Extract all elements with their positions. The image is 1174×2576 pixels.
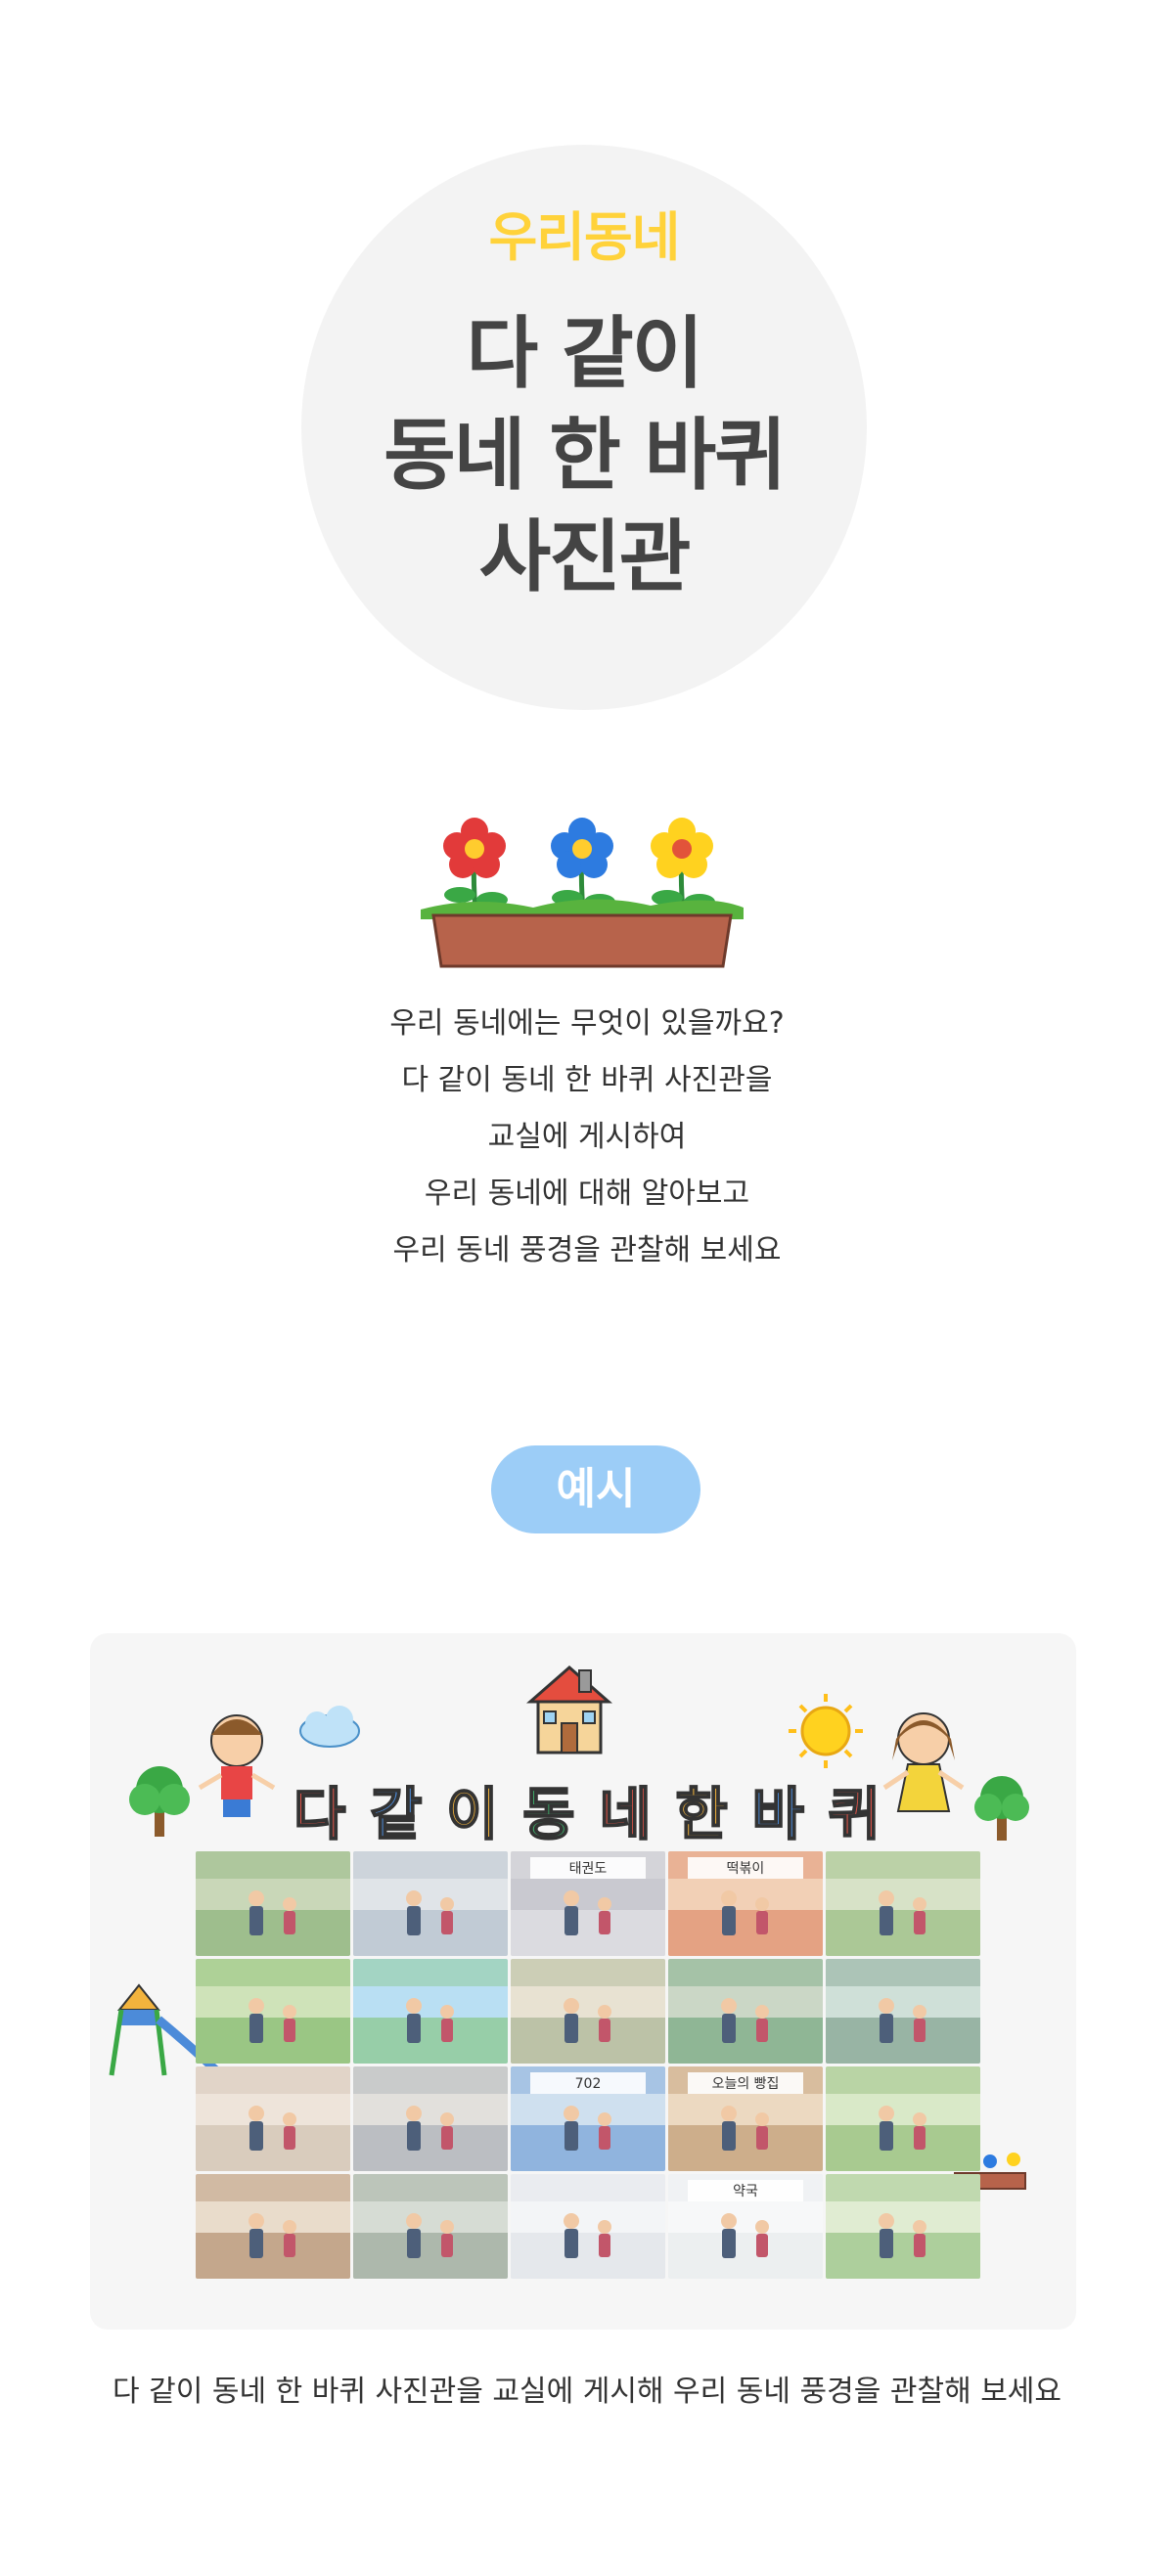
grandparents-photo [826, 1851, 980, 1956]
hero-title-line-3: 사진관 [478, 511, 692, 602]
banner-char: 같 [369, 1780, 423, 1848]
hero-tag: 우리동네 [488, 206, 681, 268]
tteokbokki-photo: 떡볶이 [668, 1851, 823, 1956]
house-icon [526, 1666, 612, 1754]
delivery-photo [353, 2066, 508, 2171]
example-label: 예시 [491, 1445, 700, 1533]
walk-dog-photo [826, 2066, 980, 2171]
park-family-photo [196, 1959, 350, 2064]
crosswalk-photo [353, 1851, 508, 1956]
intro-line-2: 다 같이 동네 한 바퀴 사진관을 [401, 1063, 773, 1097]
banner-char: 다 [293, 1780, 346, 1848]
hero-title: 다 같이 동네 한 바퀴 사진관 [301, 303, 867, 608]
banner-char: 네 [598, 1780, 652, 1848]
bus-photo: 702 [511, 2066, 665, 2171]
market-photo [511, 1959, 665, 2064]
sun-icon [789, 1694, 863, 1768]
barbershop-photo [196, 2066, 350, 2171]
flower-box-illustration [421, 818, 744, 968]
svg-text:오늘의 빵집: 오늘의 빵집 [712, 2076, 780, 2092]
example-caption: 다 같이 동네 한 바퀴 사진관을 교실에 게시해 우리 동네 풍경을 관찰해 … [112, 2375, 1062, 2409]
hero-title-line-2: 동네 한 바퀴 [384, 410, 787, 501]
svg-text:약국: 약국 [733, 2184, 758, 2199]
banner-char: 이 [445, 1780, 499, 1848]
board-banner-title: 다같이동네한바퀴 [293, 1770, 881, 1848]
swing-photo [353, 1959, 508, 2064]
tree-right-icon [974, 1776, 1029, 1841]
exercise-photo [196, 1851, 350, 1956]
bakery-photo: 오늘의 빵집 [668, 2066, 823, 2171]
banner-char: 한 [674, 1780, 728, 1848]
cloud-icon [299, 1706, 360, 1748]
clinic-photo [511, 2174, 665, 2279]
boy-icon [198, 1714, 276, 1817]
intro-line-5: 우리 동네 풍경을 관찰해 보세요 [392, 1233, 782, 1267]
intro-text: 우리 동네에는 무엇이 있을까요? 다 같이 동네 한 바퀴 사진관을 교실에 … [294, 996, 880, 1279]
intro-line-4: 우리 동네에 대해 알아보고 [424, 1177, 750, 1211]
photo-grid: 태권도 떡볶이 702 오늘의 빵집약국 [196, 1851, 980, 2279]
street-cleaner-photo [353, 2174, 508, 2279]
girl-icon [882, 1712, 965, 1812]
recycling-photo [668, 1959, 823, 2064]
taekwondo-photo: 태권도 [511, 1851, 665, 1956]
banner-char: 퀴 [828, 1780, 881, 1848]
tree-left-icon [129, 1766, 190, 1837]
pharmacy-photo: 약국 [668, 2174, 823, 2279]
svg-text:떡볶이: 떡볶이 [727, 1861, 765, 1877]
banner-char: 동 [521, 1780, 575, 1848]
bicycle-photo [826, 2174, 980, 2279]
subway-station-photo [826, 1959, 980, 2064]
intro-line-3: 교실에 게시하여 [487, 1120, 687, 1154]
svg-text:태권도: 태권도 [569, 1861, 608, 1877]
hero-title-line-1: 다 같이 [466, 308, 704, 399]
intro-line-1: 우리 동네에는 무엇이 있을까요? [389, 1006, 785, 1041]
banner-char: 바 [750, 1780, 804, 1848]
svg-text:702: 702 [575, 2076, 602, 2092]
flower-shop-photo [196, 2174, 350, 2279]
